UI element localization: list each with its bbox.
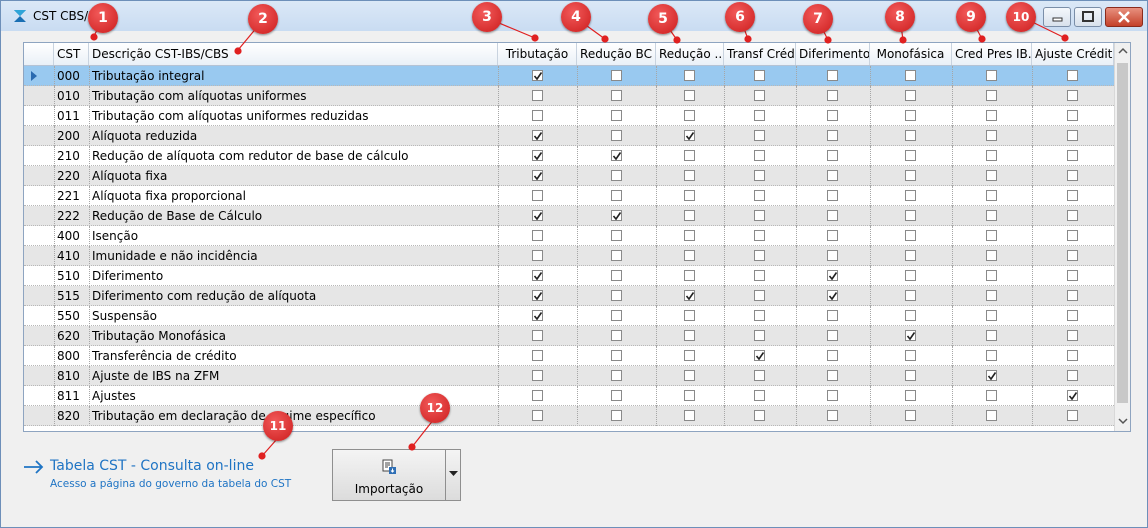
callout-badge-11: 11: [263, 411, 293, 441]
callout-badge-5: 5: [648, 4, 678, 34]
callout-badge-3: 3: [472, 2, 502, 32]
callout-badge-10: 10: [1006, 2, 1036, 32]
callout-badge-9: 9: [956, 2, 986, 32]
callout-badge-4: 4: [561, 2, 591, 32]
callout-badge-2: 2: [248, 4, 278, 34]
callout-badge-6: 6: [725, 2, 755, 32]
callout-badge-8: 8: [885, 2, 915, 32]
callout-badge-7: 7: [803, 4, 833, 34]
callout-badge-12: 12: [420, 393, 450, 423]
callout-lines: [90, 16, 1069, 460]
callout-badge-1: 1: [88, 3, 118, 33]
